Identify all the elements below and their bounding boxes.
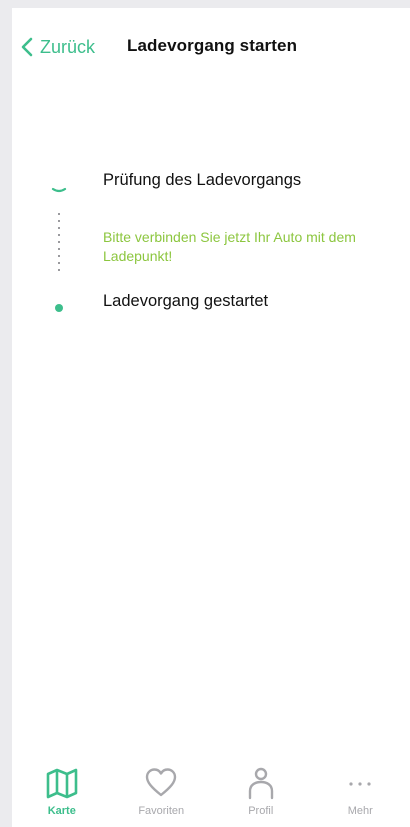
connect-car-hint: Bitte verbinden Sie jetzt Ihr Auto mit d… <box>103 229 356 264</box>
screen: Zurück Ladevorgang starten Prüfung des L… <box>12 8 410 827</box>
step-started-title: Ladevorgang gestartet <box>103 292 269 310</box>
tab-label: Favoriten <box>138 805 185 817</box>
heart-icon <box>144 766 178 800</box>
tab-label: Mehr <box>347 805 373 817</box>
loading-spinner-icon <box>50 176 68 194</box>
user-icon <box>244 766 278 800</box>
status-dot-icon <box>55 304 63 312</box>
step-check-title: Prüfung des Ladevorgangs <box>103 171 302 189</box>
tab-bar: Karte Favoriten Profil Mehr <box>12 763 410 827</box>
navigation-header: Zurück Ladevorgang starten <box>12 8 410 86</box>
tab-label: Profil <box>248 805 274 817</box>
chevron-left-icon <box>20 36 34 58</box>
tab-mehr[interactable]: Mehr <box>311 763 410 827</box>
more-icon <box>343 766 377 800</box>
page-title: Ladevorgang starten <box>127 36 298 55</box>
back-button[interactable]: Zurück <box>20 34 95 60</box>
tab-label: Karte <box>47 805 76 817</box>
step-connector-line <box>58 213 60 271</box>
tab-profil[interactable]: Profil <box>211 763 310 827</box>
tab-karte[interactable]: Karte <box>12 763 111 827</box>
tab-favoriten[interactable]: Favoriten <box>112 763 211 827</box>
map-icon <box>45 766 79 800</box>
back-label: Zurück <box>40 36 96 57</box>
